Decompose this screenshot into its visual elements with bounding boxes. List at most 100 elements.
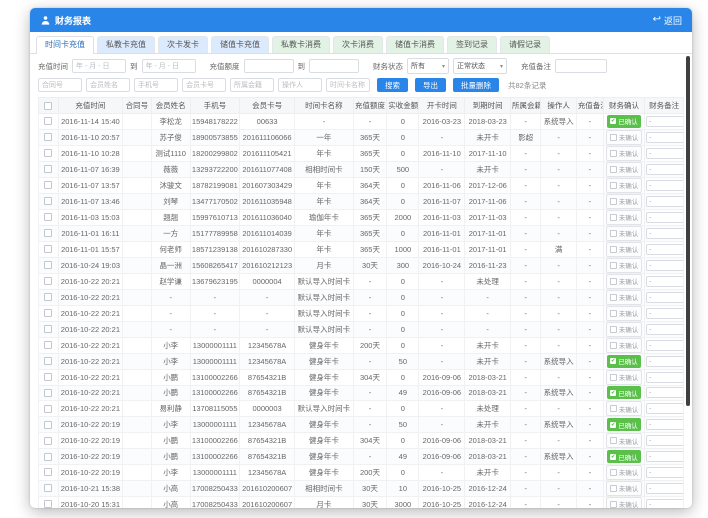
finance-remark-input[interactable]	[646, 276, 683, 287]
tab-3[interactable]: 次卡发卡	[158, 36, 208, 53]
finance-remark-input[interactable]	[646, 467, 683, 478]
unconfirmed-badge[interactable]: 未确认	[606, 146, 643, 161]
tab-8[interactable]: 签到记录	[447, 36, 497, 53]
finance-remark-input[interactable]	[646, 244, 683, 255]
tab-9[interactable]: 请假记录	[500, 36, 550, 53]
row-checkbox[interactable]	[39, 385, 59, 401]
row-checkbox[interactable]	[39, 129, 59, 145]
scrollbar-thumb[interactable]	[686, 56, 690, 406]
unconfirmed-badge[interactable]: 未确认	[606, 210, 643, 225]
row-checkbox[interactable]	[39, 496, 59, 508]
unconfirmed-badge[interactable]: 未确认	[606, 433, 643, 448]
row-checkbox[interactable]	[39, 433, 59, 449]
unconfirmed-badge[interactable]: 未确认	[606, 130, 643, 145]
finance-remark-input[interactable]	[646, 228, 683, 239]
finance-remark-input[interactable]	[646, 403, 683, 414]
finance-remark-input[interactable]	[646, 292, 683, 303]
recharge-time-to-input[interactable]	[142, 59, 196, 73]
unconfirmed-badge[interactable]: 未确认	[606, 306, 643, 321]
finance-remark-input[interactable]	[646, 483, 683, 494]
recharge-time-from-input[interactable]	[72, 59, 126, 73]
tab-1[interactable]: 时间卡充值	[36, 36, 94, 54]
search-button[interactable]: 搜索	[377, 78, 408, 92]
tab-4[interactable]: 储值卡充值	[211, 36, 269, 53]
row-checkbox[interactable]	[39, 289, 59, 305]
row-checkbox[interactable]	[39, 417, 59, 433]
contract-no-input[interactable]	[38, 78, 82, 92]
finance-remark-input[interactable]	[646, 451, 683, 462]
finance-remark-input[interactable]	[646, 196, 683, 207]
unconfirmed-badge[interactable]: 未确认	[606, 481, 643, 496]
finance-remark-input[interactable]	[646, 212, 683, 223]
finance-remark-input[interactable]	[646, 132, 683, 143]
row-checkbox[interactable]	[39, 161, 59, 177]
member-name-input[interactable]	[86, 78, 130, 92]
back-button[interactable]: ↩ 返回	[653, 14, 682, 27]
row-checkbox[interactable]	[39, 225, 59, 241]
unconfirmed-badge[interactable]: 未确认	[606, 226, 643, 241]
row-checkbox[interactable]	[39, 177, 59, 193]
select-all-checkbox[interactable]	[39, 98, 59, 114]
unconfirmed-badge[interactable]: 未确认	[606, 401, 643, 416]
confirmed-badge[interactable]: ✔已确认	[607, 355, 641, 368]
finance-remark-input[interactable]	[646, 435, 683, 446]
unconfirmed-badge[interactable]: 未确认	[606, 290, 643, 305]
recharge-remark-filter-input[interactable]	[555, 59, 607, 73]
confirmed-badge[interactable]: ✔已确认	[607, 418, 641, 431]
unconfirmed-badge[interactable]: 未确认	[606, 274, 643, 289]
confirmed-badge[interactable]: ✔已确认	[607, 115, 641, 128]
tab-5[interactable]: 私教卡消费	[272, 36, 330, 53]
member-card-no-input[interactable]	[182, 78, 226, 92]
row-checkbox[interactable]	[39, 480, 59, 496]
unconfirmed-badge[interactable]: 未确认	[606, 178, 643, 193]
unconfirmed-badge[interactable]: 未确认	[606, 194, 643, 209]
unconfirmed-badge[interactable]: 未确认	[606, 162, 643, 177]
tab-2[interactable]: 私教卡充值	[97, 36, 155, 53]
finance-remark-input[interactable]	[646, 387, 683, 398]
confirmed-badge[interactable]: ✔已确认	[607, 386, 641, 399]
row-checkbox[interactable]	[39, 193, 59, 209]
row-checkbox[interactable]	[39, 209, 59, 225]
tab-6[interactable]: 次卡消费	[333, 36, 383, 53]
phone-input[interactable]	[134, 78, 178, 92]
finance-remark-input[interactable]	[646, 356, 683, 367]
finance-remark-input[interactable]	[646, 260, 683, 271]
row-checkbox[interactable]	[39, 305, 59, 321]
finance-status-select[interactable]: 所有▾	[407, 58, 449, 74]
row-checkbox[interactable]	[39, 401, 59, 417]
unconfirmed-badge[interactable]: 未确认	[606, 258, 643, 273]
unconfirmed-badge[interactable]: 未确认	[606, 242, 643, 257]
row-checkbox[interactable]	[39, 353, 59, 369]
row-checkbox[interactable]	[39, 337, 59, 353]
row-checkbox[interactable]	[39, 273, 59, 289]
row-checkbox[interactable]	[39, 145, 59, 161]
tab-7[interactable]: 储值卡消费	[386, 36, 444, 53]
confirmed-badge[interactable]: ✔已确认	[607, 450, 641, 463]
unconfirmed-badge[interactable]: 未确认	[606, 338, 643, 353]
finance-remark-input[interactable]	[646, 499, 683, 508]
unconfirmed-badge[interactable]: 未确认	[606, 497, 643, 508]
membership-input[interactable]	[230, 78, 274, 92]
row-checkbox[interactable]	[39, 257, 59, 273]
finance-remark-input[interactable]	[646, 340, 683, 351]
finance-remark-input[interactable]	[646, 372, 683, 383]
row-checkbox[interactable]	[39, 321, 59, 337]
unconfirmed-badge[interactable]: 未确认	[606, 322, 643, 337]
unconfirmed-badge[interactable]: 未确认	[606, 465, 643, 480]
time-card-name-input[interactable]	[326, 78, 370, 92]
unconfirmed-badge[interactable]: 未确认	[606, 370, 643, 385]
batch-delete-button[interactable]: 批量删除	[453, 78, 499, 92]
finance-remark-input[interactable]	[646, 308, 683, 319]
operator-input[interactable]	[278, 78, 322, 92]
row-checkbox[interactable]	[39, 464, 59, 480]
normal-status-select[interactable]: 正常状态▾	[453, 58, 507, 74]
row-checkbox[interactable]	[39, 241, 59, 257]
finance-remark-input[interactable]	[646, 164, 683, 175]
finance-remark-input[interactable]	[646, 324, 683, 335]
row-checkbox[interactable]	[39, 449, 59, 465]
finance-remark-input[interactable]	[646, 180, 683, 191]
row-checkbox[interactable]	[39, 114, 59, 130]
export-button[interactable]: 导出	[415, 78, 446, 92]
row-checkbox[interactable]	[39, 369, 59, 385]
recharge-amount-to-input[interactable]	[309, 59, 359, 73]
